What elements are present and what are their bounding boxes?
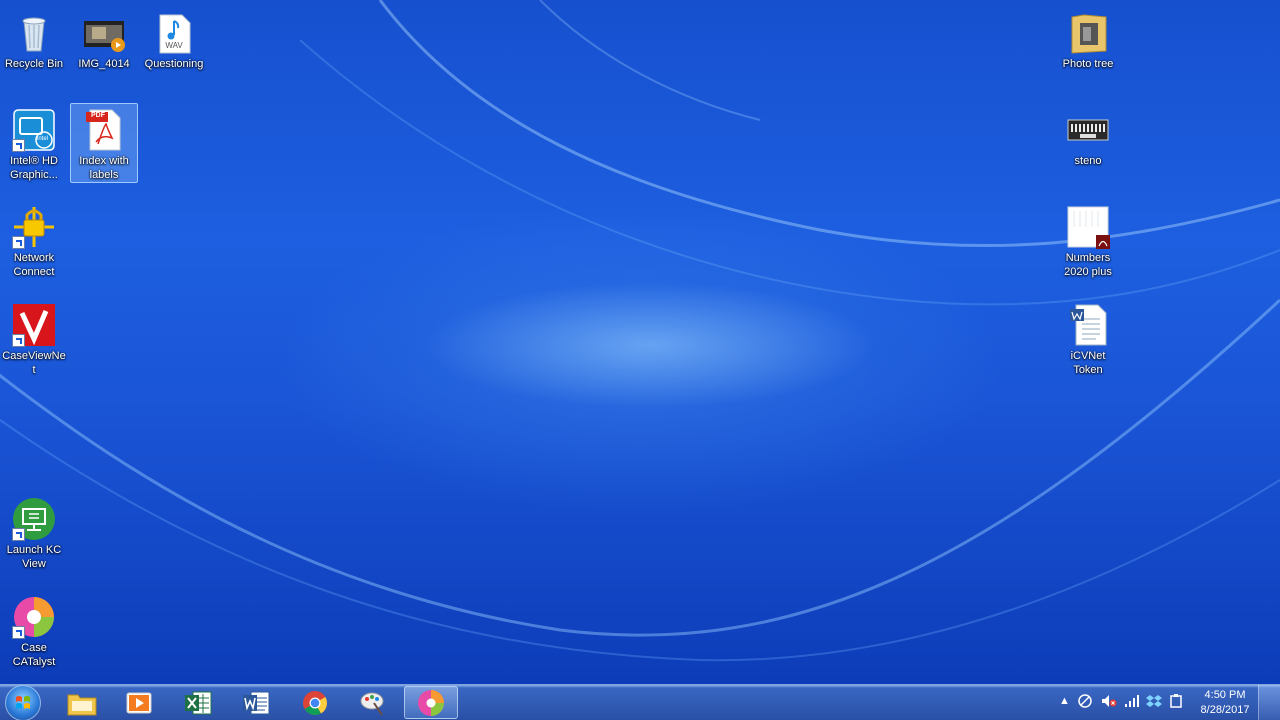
steno-label: steno <box>1074 155 1102 167</box>
desktop-icon-numbers-2020-plus[interactable]: Numbers 2020 plus <box>1054 200 1122 280</box>
excel-icon <box>185 691 212 714</box>
clock-date: 8/28/2017 <box>1200 704 1250 716</box>
desktop-icon-network-connect[interactable]: Network Connect <box>0 200 68 280</box>
desktop-icon-img-4014[interactable]: IMG_4014 <box>70 6 138 86</box>
network-sync-icon[interactable] <box>1077 693 1093 712</box>
index-with-labels-label: Index with labels <box>79 155 129 181</box>
word-document-icon <box>1066 303 1110 347</box>
desktop-icon-launch-kc-view[interactable]: Launch KC View <box>0 492 68 572</box>
taskbar-case-catalyst-button[interactable] <box>404 686 458 719</box>
signal-bars-icon[interactable] <box>1124 693 1140 712</box>
intel-graphics-icon: intel <box>12 108 56 152</box>
chrome-icon <box>303 690 327 715</box>
show-desktop-button[interactable] <box>1258 685 1280 720</box>
taskbar-file-explorer-button[interactable] <box>56 686 108 719</box>
caseviewnet-label: CaseViewNet <box>2 350 66 376</box>
taskbar-excel-button[interactable] <box>172 686 224 719</box>
show-hidden-icons-arrow[interactable]: ▲ <box>1059 695 1070 707</box>
icvnet-token-label: iCVNet Token <box>1070 350 1106 376</box>
pdf-file-icon: PDF <box>82 108 126 152</box>
desktop-icon-recycle-bin[interactable]: Recycle Bin <box>0 6 68 86</box>
recycle-bin-icon <box>12 11 56 55</box>
questioning-label: Questioning <box>144 58 204 70</box>
desktop[interactable]: Recycle Bin IMG_4014 WAV Questioning int… <box>0 0 1280 684</box>
desktop-icon-intel-graphics[interactable]: intel Intel® HD Graphic... <box>0 103 68 183</box>
clock-time: 4:50 PM <box>1204 689 1246 701</box>
taskbar-media-player-button[interactable] <box>113 686 165 719</box>
case-catalyst-icon <box>418 689 444 716</box>
shortcut-arrow-icon <box>12 236 25 249</box>
wav-badge: WAV <box>165 41 183 50</box>
desktop-icon-steno[interactable]: steno <box>1054 103 1122 183</box>
dropbox-icon[interactable] <box>1146 693 1162 712</box>
recycle-bin-label: Recycle Bin <box>4 58 64 70</box>
media-player-icon <box>126 692 152 713</box>
numbers-2020-plus-label: Numbers 2020 plus <box>1064 252 1112 278</box>
launch-kc-view-label: Launch KC View <box>6 544 62 570</box>
case-catalyst-icon <box>12 595 56 639</box>
desktop-icon-case-catalyst[interactable]: Case CATalyst <box>0 590 68 670</box>
shortcut-arrow-icon <box>12 334 25 347</box>
windows-start-orb-icon[interactable] <box>5 685 41 720</box>
file-explorer-icon <box>67 694 97 715</box>
paint-icon <box>360 692 384 716</box>
taskbar-word-button[interactable] <box>230 686 282 719</box>
desktop-icon-photo-tree[interactable]: Photo tree <box>1054 6 1122 86</box>
case-catalyst-label: Case CATalyst <box>12 642 56 668</box>
word-icon <box>243 691 270 714</box>
caseviewnet-icon <box>12 303 56 347</box>
taskbar: ▲ 4:50 PM 8/28/2017 <box>0 684 1280 720</box>
wav-file-icon: WAV <box>152 11 196 55</box>
steno-machine-icon <box>1066 108 1110 152</box>
video-file-icon <box>82 11 126 55</box>
desktop-icon-caseviewnet[interactable]: CaseViewNet <box>0 298 68 378</box>
img-4014-label: IMG_4014 <box>78 58 130 70</box>
shortcut-arrow-icon <box>12 626 25 639</box>
power-icon[interactable] <box>1168 693 1184 712</box>
desktop-icon-index-with-labels[interactable]: PDF Index with labels <box>70 103 138 183</box>
desktop-icon-icvnet-token[interactable]: iCVNet Token <box>1054 298 1122 378</box>
kc-view-icon <box>12 497 56 541</box>
shortcut-arrow-icon <box>12 139 25 152</box>
taskbar-chrome-button[interactable] <box>289 686 341 719</box>
taskbar-paint-button[interactable] <box>346 686 398 719</box>
folder-icon <box>1066 11 1110 55</box>
pdf-badge: PDF <box>91 112 105 119</box>
intel-badge: intel <box>37 136 49 142</box>
shortcut-arrow-icon <box>12 528 25 541</box>
pdf-document-icon <box>1066 205 1110 249</box>
network-connect-lock-icon <box>12 205 56 249</box>
desktop-icon-questioning[interactable]: WAV Questioning <box>140 6 208 86</box>
system-clock[interactable]: 4:50 PM 8/28/2017 <box>1190 688 1260 718</box>
intel-graphics-label: Intel® HD Graphic... <box>10 155 58 181</box>
photo-tree-label: Photo tree <box>1062 58 1114 70</box>
volume-muted-icon[interactable] <box>1100 693 1118 712</box>
network-connect-label: Network Connect <box>13 252 55 278</box>
